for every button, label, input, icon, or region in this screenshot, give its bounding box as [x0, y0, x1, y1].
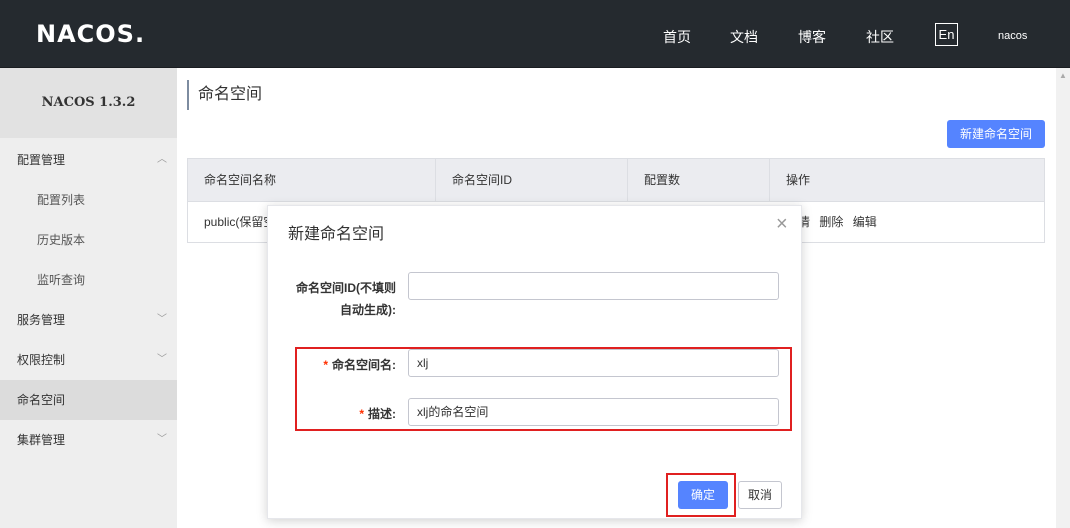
- sidebar-item-label: 服务管理: [17, 313, 66, 327]
- language-switch[interactable]: En: [935, 23, 958, 46]
- namespace-id-input[interactable]: [408, 272, 779, 300]
- sidebar-item-label: 历史版本: [37, 233, 86, 247]
- version-label: NACOS 1.3.2: [0, 68, 177, 138]
- cancel-button[interactable]: 取消: [738, 481, 782, 509]
- sidebar-item-access-control[interactable]: 权限控制 ﹀: [0, 340, 177, 380]
- sidebar-item-namespace[interactable]: 命名空间: [0, 380, 177, 420]
- sidebar-item-label: 集群管理: [17, 433, 66, 447]
- namespace-id-label-line2: 自动生成):: [340, 303, 396, 317]
- create-namespace-button[interactable]: 新建命名空间: [947, 120, 1045, 148]
- sidebar-item-service-management[interactable]: 服务管理 ﹀: [0, 300, 177, 340]
- sidebar-item-label: 配置管理: [17, 153, 66, 167]
- nav-docs[interactable]: 文档: [730, 27, 758, 47]
- sidebar-item-listener-query[interactable]: 监听查询: [0, 260, 177, 300]
- description-input[interactable]: xlj的命名空间: [408, 398, 779, 426]
- user-menu[interactable]: nacos: [998, 30, 1027, 42]
- page-scrollbar[interactable]: ▲: [1056, 68, 1070, 528]
- confirm-button[interactable]: 确定: [678, 481, 728, 509]
- description-label-text: 描述:: [368, 407, 396, 421]
- dialog-title: 新建命名空间: [288, 226, 385, 243]
- table-header: 命名空间名称 命名空间ID 配置数 操作: [188, 159, 1044, 202]
- sidebar: NACOS 1.3.2 配置管理 ︿ 配置列表 历史版本 监听查询 服务管理 ﹀…: [0, 68, 177, 528]
- scroll-up-arrow-icon[interactable]: ▲: [1056, 68, 1070, 84]
- close-icon[interactable]: ×: [776, 214, 788, 234]
- page-title: 命名空间: [187, 80, 262, 110]
- required-asterisk: *: [359, 407, 364, 421]
- chevron-up-icon: ︿: [157, 154, 167, 165]
- description-label: * 描述:: [278, 405, 396, 422]
- chevron-down-icon: ﹀: [157, 354, 167, 365]
- namespace-id-label: 命名空间ID(不填则 自动生成):: [278, 277, 396, 321]
- nav-home[interactable]: 首页: [663, 27, 691, 47]
- sidebar-item-config-list[interactable]: 配置列表: [0, 180, 177, 220]
- column-header-id[interactable]: 命名空间ID: [436, 159, 628, 202]
- nav-community[interactable]: 社区: [866, 27, 894, 47]
- namespace-name-input[interactable]: xlj: [408, 349, 779, 377]
- column-header-config-count[interactable]: 配置数: [628, 159, 770, 202]
- sidebar-item-label: 命名空间: [17, 393, 66, 407]
- sidebar-item-label: 权限控制: [17, 353, 66, 367]
- namespace-name-label-text: 命名空间名:: [332, 358, 396, 372]
- sidebar-item-cluster-management[interactable]: 集群管理 ﹀: [0, 420, 177, 460]
- operations-cell: 详情 删除 编辑: [770, 202, 1044, 242]
- sidebar-item-config-management[interactable]: 配置管理 ︿: [0, 140, 177, 180]
- namespace-name-label: * 命名空间名:: [278, 356, 396, 373]
- column-header-name[interactable]: 命名空间名称: [188, 159, 436, 202]
- create-namespace-dialog: 新建命名空间 × 命名空间ID(不填则 自动生成): * 命名空间名: xlj *…: [267, 205, 802, 519]
- nacos-logo[interactable]: NACOS.: [36, 20, 145, 48]
- delete-link[interactable]: 删除: [819, 215, 843, 229]
- sidebar-item-history[interactable]: 历史版本: [0, 220, 177, 260]
- namespace-id-label-line1: 命名空间ID(不填则: [296, 281, 396, 295]
- sidebar-item-label: 配置列表: [37, 193, 86, 207]
- chevron-down-icon: ﹀: [157, 434, 167, 445]
- required-asterisk: *: [323, 358, 328, 372]
- edit-link[interactable]: 编辑: [853, 215, 877, 229]
- chevron-down-icon: ﹀: [157, 314, 167, 325]
- sidebar-item-label: 监听查询: [37, 273, 86, 287]
- top-header: NACOS. 首页 文档 博客 社区 En nacos: [0, 0, 1070, 68]
- nav-blog[interactable]: 博客: [798, 27, 826, 47]
- column-header-operations: 操作: [786, 173, 811, 187]
